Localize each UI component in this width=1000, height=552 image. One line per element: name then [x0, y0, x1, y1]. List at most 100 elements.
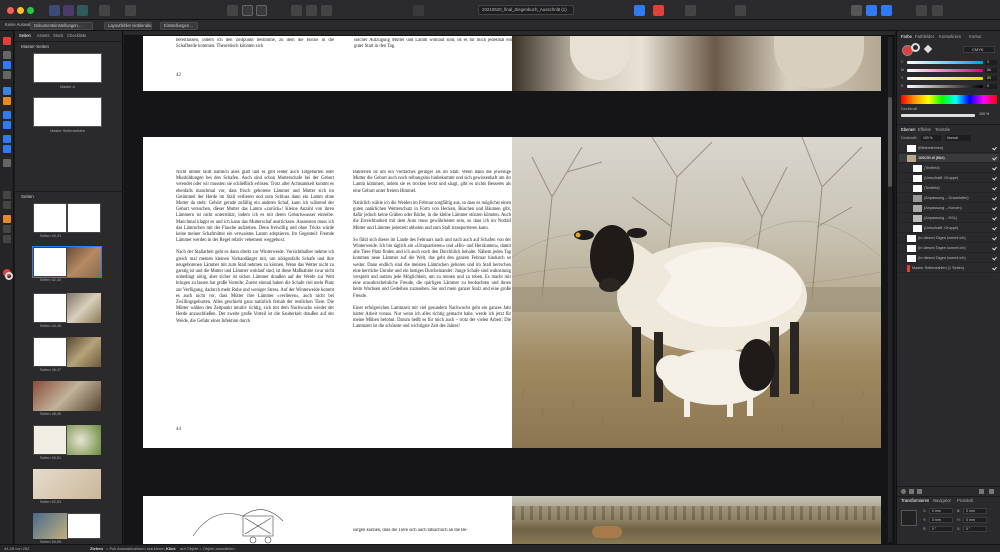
assistant-icon[interactable] — [634, 5, 645, 16]
spread-thumb-46-47[interactable] — [33, 337, 101, 367]
layout-preflight-button[interactable]: Layoutfehler einblenden… — [104, 22, 152, 30]
transform-y-field[interactable]: 0 mm — [929, 517, 953, 523]
sheep-photo[interactable] — [512, 137, 881, 448]
layer-row[interactable]: (In diesen Tagen kommt ich) — [899, 254, 999, 263]
document-setup-button[interactable]: Dokumenteinstellungen… — [30, 22, 93, 30]
preview-icon[interactable] — [227, 5, 238, 16]
tab-textstile[interactable]: Textstile — [935, 127, 950, 132]
transform-h-field[interactable]: 0 mm — [963, 517, 987, 523]
publisher-persona-icon[interactable] — [49, 5, 60, 16]
pencil-tool-icon[interactable] — [3, 97, 11, 105]
pages-header[interactable]: Seiten — [21, 194, 34, 199]
magenta-value[interactable]: 66 — [985, 68, 997, 73]
visibility-check-icon[interactable] — [992, 245, 997, 251]
layer-opacity-field[interactable]: 100 % — [921, 135, 941, 141]
visibility-check-icon[interactable] — [992, 225, 997, 231]
transparency-tool-icon[interactable] — [3, 215, 11, 223]
tab-assets[interactable]: Assets — [37, 33, 50, 38]
settings-button[interactable]: Einstellungen… — [160, 22, 198, 30]
view-tool-icon[interactable] — [3, 225, 11, 233]
zoom-window-button[interactable] — [27, 7, 34, 14]
share-icon[interactable] — [125, 5, 136, 16]
minimize-window-button[interactable] — [17, 7, 24, 14]
guides-icon[interactable] — [321, 5, 332, 16]
layer-row-selected[interactable]: 165039.tif (Bild) — [899, 154, 999, 163]
fill-tool-icon[interactable] — [3, 201, 11, 209]
frame-icon[interactable] — [242, 5, 253, 16]
vertical-scrollbar[interactable] — [888, 37, 892, 542]
master-a-thumbnail[interactable] — [33, 53, 102, 83]
spread-thumb-50-51[interactable] — [33, 425, 101, 455]
spread-thumb-54-55[interactable] — [33, 513, 101, 539]
spread-thumb-40-41[interactable] — [33, 203, 101, 233]
tab-stock[interactable]: Stock — [53, 33, 63, 38]
layer-row[interactable]: (Umschaltf. Gruppe) — [899, 224, 999, 233]
cyan-value[interactable]: 0 — [985, 60, 997, 65]
layer-row[interactable]: (Anpassung – HSL) — [899, 214, 999, 223]
layer-row[interactable]: Master Seitenzahlen (1 Seiten) — [899, 264, 999, 273]
close-window-button[interactable] — [7, 7, 14, 14]
view-mode-icon[interactable] — [413, 5, 424, 16]
tab-transformieren[interactable]: Transformieren — [901, 498, 929, 503]
photo-persona-icon[interactable] — [77, 5, 88, 16]
tab-protokoll[interactable]: Protokoll — [957, 498, 973, 503]
document-canvas[interactable]: bereitlassen, indem ich den Zeitpunkt be… — [124, 31, 895, 544]
snapping-icon[interactable] — [291, 5, 302, 16]
move-tool-icon[interactable] — [3, 37, 11, 45]
layer-row[interactable]: (In diesen Tagen kommt ich) — [899, 234, 999, 243]
color-spectrum[interactable] — [901, 95, 997, 104]
ellipse-frame-tool-icon[interactable] — [3, 121, 11, 129]
zoom-tool-icon[interactable] — [3, 235, 11, 243]
tab-ebenen[interactable]: Ebenen — [901, 127, 915, 132]
yellow-slider[interactable] — [907, 77, 983, 80]
tab-seiten[interactable]: Seiten — [19, 33, 31, 38]
spread-thumb-42-43[interactable] — [32, 246, 102, 278]
layer-row[interactable]: (Textfeld) — [899, 184, 999, 193]
opacity-value[interactable]: 100 % — [979, 112, 989, 116]
visibility-check-icon[interactable] — [992, 145, 997, 151]
stroke-color-icon[interactable] — [5, 272, 13, 280]
layer-row[interactable]: (Anpassung – Graustufen) — [899, 194, 999, 203]
artistic-text-tool-icon[interactable] — [3, 51, 11, 59]
visibility-check-icon[interactable] — [992, 255, 997, 261]
visibility-check-icon[interactable] — [992, 175, 997, 181]
color-picker-tool-icon[interactable] — [3, 191, 11, 199]
adjustment-icon[interactable] — [909, 489, 914, 494]
picture-frame-tool-icon[interactable] — [3, 111, 11, 119]
layer-row[interactable]: (Textfeld) — [899, 164, 999, 173]
layer-row[interactable]: (In diesen Tagen kommt ich) — [899, 244, 999, 253]
black-slider[interactable] — [907, 85, 983, 88]
designer-persona-icon[interactable] — [63, 5, 74, 16]
master-seitenzahlen-thumbnail[interactable] — [33, 97, 102, 127]
place-image-tool-icon[interactable] — [3, 159, 11, 167]
table-tool-icon[interactable] — [3, 71, 11, 79]
geometry-icon[interactable] — [932, 5, 943, 16]
transform-shear-field[interactable]: 0 ° — [963, 526, 987, 532]
visibility-check-icon[interactable] — [992, 205, 997, 211]
delete-layer-icon[interactable] — [989, 489, 994, 494]
tab-farbfelder[interactable]: Farbfelder — [915, 34, 934, 39]
tab-navigator[interactable]: Navigator — [933, 498, 951, 503]
scrollbar-thumb[interactable] — [888, 97, 892, 187]
masters-header[interactable]: Master-Seiten — [21, 44, 49, 49]
stroke-swatch-icon[interactable] — [911, 43, 920, 52]
visibility-check-icon[interactable] — [992, 165, 997, 171]
add-layer-icon[interactable] — [979, 489, 984, 494]
tab-kontur[interactable]: Kontur — [969, 34, 981, 39]
visibility-check-icon[interactable] — [992, 185, 997, 191]
spread-thumb-48-49[interactable] — [33, 381, 101, 411]
opacity-slider[interactable] — [901, 114, 975, 117]
pan-icon[interactable] — [685, 5, 696, 16]
wrap-icon[interactable] — [881, 5, 892, 16]
pen-tool-icon[interactable] — [3, 87, 11, 95]
visibility-check-icon[interactable] — [992, 235, 997, 241]
bottom-photo[interactable] — [512, 496, 881, 544]
color-model-select[interactable]: CMYK — [963, 46, 995, 53]
cyan-slider[interactable] — [907, 61, 983, 64]
transform-x-field[interactable]: 0 mm — [929, 508, 953, 514]
preflight-icon[interactable] — [653, 5, 664, 16]
fx-icon[interactable] — [917, 489, 922, 494]
transform-w-field[interactable]: 0 mm — [963, 508, 987, 514]
arrange-icon[interactable] — [916, 5, 927, 16]
menu-icon[interactable] — [99, 5, 110, 16]
